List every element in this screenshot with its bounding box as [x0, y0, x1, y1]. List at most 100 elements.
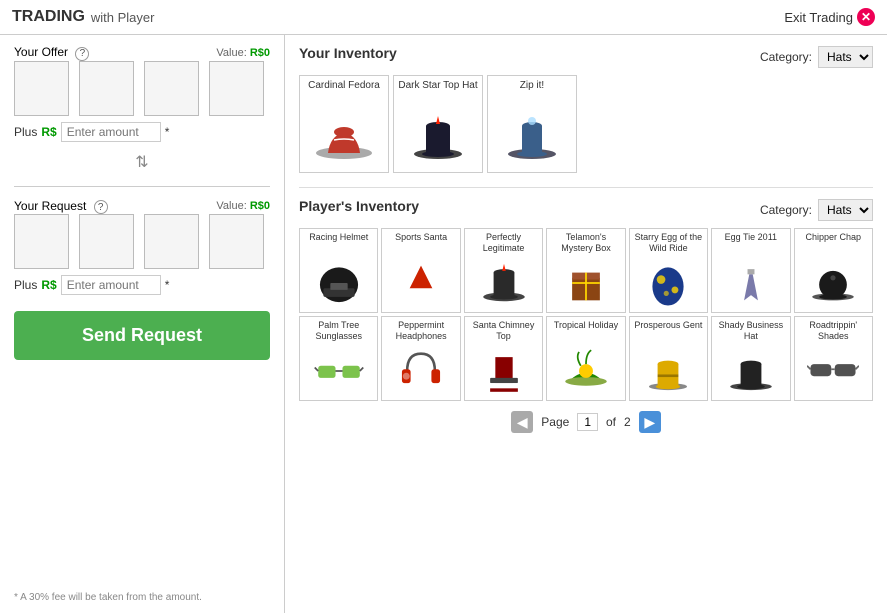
player-item-img	[725, 257, 777, 309]
player-inventory-item-4[interactable]: Starry Egg of the Wild Ride	[629, 228, 708, 313]
player-item-img	[560, 345, 612, 397]
player-item-name: Prosperous Gent	[633, 320, 704, 342]
player-inventory-item-8[interactable]: Peppermint Headphones	[381, 316, 460, 401]
player-item-name: Shady Business Hat	[715, 320, 786, 342]
next-page-button[interactable]: ▶	[639, 411, 661, 433]
player-inventory-section: Player's Inventory Category: Hats Racing…	[299, 198, 873, 433]
your-inventory-grid: Cardinal Fedora Dark Star Top Hat Zip it…	[299, 75, 873, 173]
player-item-name: Roadtrippin' Shades	[798, 320, 869, 342]
request-amount-input[interactable]	[61, 275, 161, 295]
player-inventory-item-10[interactable]: Tropical Holiday	[546, 316, 625, 401]
request-item-grid	[14, 214, 270, 269]
player-item-name: Perfectly Legitimate	[468, 232, 539, 254]
request-header: Your Request ? Value: R$0	[14, 199, 270, 215]
player-inventory-item-0[interactable]: Racing Helmet	[299, 228, 378, 313]
your-offer-section: Your Offer ? Value: R$0 Plus R$ *	[14, 45, 270, 142]
offer-slot-3[interactable]	[144, 61, 199, 116]
player-item-img	[478, 257, 530, 309]
request-title: Your Request ?	[14, 199, 108, 215]
your-inventory-item-0[interactable]: Cardinal Fedora	[299, 75, 389, 173]
player-item-img	[560, 257, 612, 309]
your-inventory-item-1[interactable]: Dark Star Top Hat	[393, 75, 483, 173]
pagination: ◀ Page 1 of 2 ▶	[299, 411, 873, 433]
request-slot-4[interactable]	[209, 214, 264, 269]
inv-item-name: Zip it!	[492, 80, 572, 104]
exit-trading-button[interactable]: Exit Trading ✕	[784, 8, 875, 26]
inv-item-name: Cardinal Fedora	[304, 80, 384, 104]
inv-item-name: Dark Star Top Hat	[398, 80, 478, 104]
player-item-name: Sports Santa	[385, 232, 456, 254]
offer-header: Your Offer ? Value: R$0	[14, 45, 270, 61]
inv-item-img	[502, 108, 562, 168]
your-inventory-section: Your Inventory Category: Hats Cardinal F…	[299, 45, 873, 173]
offer-robux-symbol: R$	[41, 125, 56, 139]
request-slot-1[interactable]	[14, 214, 69, 269]
player-item-name: Peppermint Headphones	[385, 320, 456, 342]
page-title: TRADING	[12, 8, 85, 26]
page-of: of	[606, 415, 616, 429]
page-current: 1	[577, 413, 598, 431]
player-inventory-title: Player's Inventory	[299, 198, 419, 214]
offer-value: Value: R$0	[216, 47, 270, 59]
player-inventory-item-1[interactable]: Sports Santa	[381, 228, 460, 313]
player-item-img	[395, 345, 447, 397]
player-inventory-item-6[interactable]: Chipper Chap	[794, 228, 873, 313]
your-request-section: Your Request ? Value: R$0 Plus R$ *	[14, 199, 270, 296]
inv-item-img	[408, 108, 468, 168]
player-item-name: Tropical Holiday	[550, 320, 621, 342]
exit-label: Exit Trading	[784, 10, 853, 25]
player-inventory-item-5[interactable]: Egg Tie 2011	[711, 228, 790, 313]
inv-item-img	[314, 108, 374, 168]
offer-slot-4[interactable]	[209, 61, 264, 116]
player-item-name: Telamon's Mystery Box	[550, 232, 621, 254]
offer-slot-2[interactable]	[79, 61, 134, 116]
player-inventory-item-12[interactable]: Shady Business Hat	[711, 316, 790, 401]
player-item-img	[807, 345, 859, 397]
request-asterisk: *	[165, 278, 170, 292]
player-item-img	[642, 257, 694, 309]
request-help-icon[interactable]: ?	[94, 200, 108, 214]
player-category-select[interactable]: Hats	[818, 199, 873, 221]
player-item-name: Starry Egg of the Wild Ride	[633, 232, 704, 254]
divider	[14, 186, 270, 187]
close-icon: ✕	[857, 8, 875, 26]
player-item-name: Santa Chimney Top	[468, 320, 539, 342]
player-inventory-item-13[interactable]: Roadtrippin' Shades	[794, 316, 873, 401]
request-plus-label: Plus	[14, 278, 37, 292]
header-left: TRADING with Player	[12, 8, 154, 26]
your-category-label: Category:	[760, 50, 812, 64]
offer-amount-input[interactable]	[61, 122, 161, 142]
player-item-name: Egg Tie 2011	[715, 232, 786, 254]
player-item-name: Chipper Chap	[798, 232, 869, 254]
player-inventory-item-7[interactable]: Palm Tree Sunglasses	[299, 316, 378, 401]
request-slot-3[interactable]	[144, 214, 199, 269]
main-layout: Your Offer ? Value: R$0 Plus R$ *	[0, 35, 887, 613]
your-inventory-item-2[interactable]: Zip it!	[487, 75, 577, 173]
offer-slot-1[interactable]	[14, 61, 69, 116]
header: TRADING with Player Exit Trading ✕	[0, 0, 887, 35]
player-inventory-grid: Racing Helmet Sports Santa Perfectly Leg…	[299, 228, 873, 401]
player-inventory-item-2[interactable]: Perfectly Legitimate	[464, 228, 543, 313]
player-item-img	[313, 345, 365, 397]
player-item-img	[642, 345, 694, 397]
left-panel: Your Offer ? Value: R$0 Plus R$ *	[0, 35, 285, 613]
right-panel-inner: Your Inventory Category: Hats Cardinal F…	[299, 45, 873, 433]
player-inventory-item-9[interactable]: Santa Chimney Top	[464, 316, 543, 401]
prev-page-button[interactable]: ◀	[511, 411, 533, 433]
header-subtitle: with Player	[91, 10, 155, 25]
your-category-select[interactable]: Hats	[818, 46, 873, 68]
offer-help-icon[interactable]: ?	[75, 47, 89, 61]
right-panel: Your Inventory Category: Hats Cardinal F…	[285, 35, 887, 613]
player-category-row: Category: Hats	[760, 199, 873, 221]
request-value: Value: R$0	[216, 200, 270, 212]
player-item-img	[313, 257, 365, 309]
player-inventory-item-3[interactable]: Telamon's Mystery Box	[546, 228, 625, 313]
player-category-label: Category:	[760, 203, 812, 217]
player-item-name: Palm Tree Sunglasses	[303, 320, 374, 342]
send-request-button[interactable]: Send Request	[14, 311, 270, 360]
request-slot-2[interactable]	[79, 214, 134, 269]
player-inventory-item-11[interactable]: Prosperous Gent	[629, 316, 708, 401]
fee-note: * A 30% fee will be taken from the amoun…	[14, 592, 270, 603]
player-item-img	[807, 257, 859, 309]
offer-asterisk: *	[165, 125, 170, 139]
